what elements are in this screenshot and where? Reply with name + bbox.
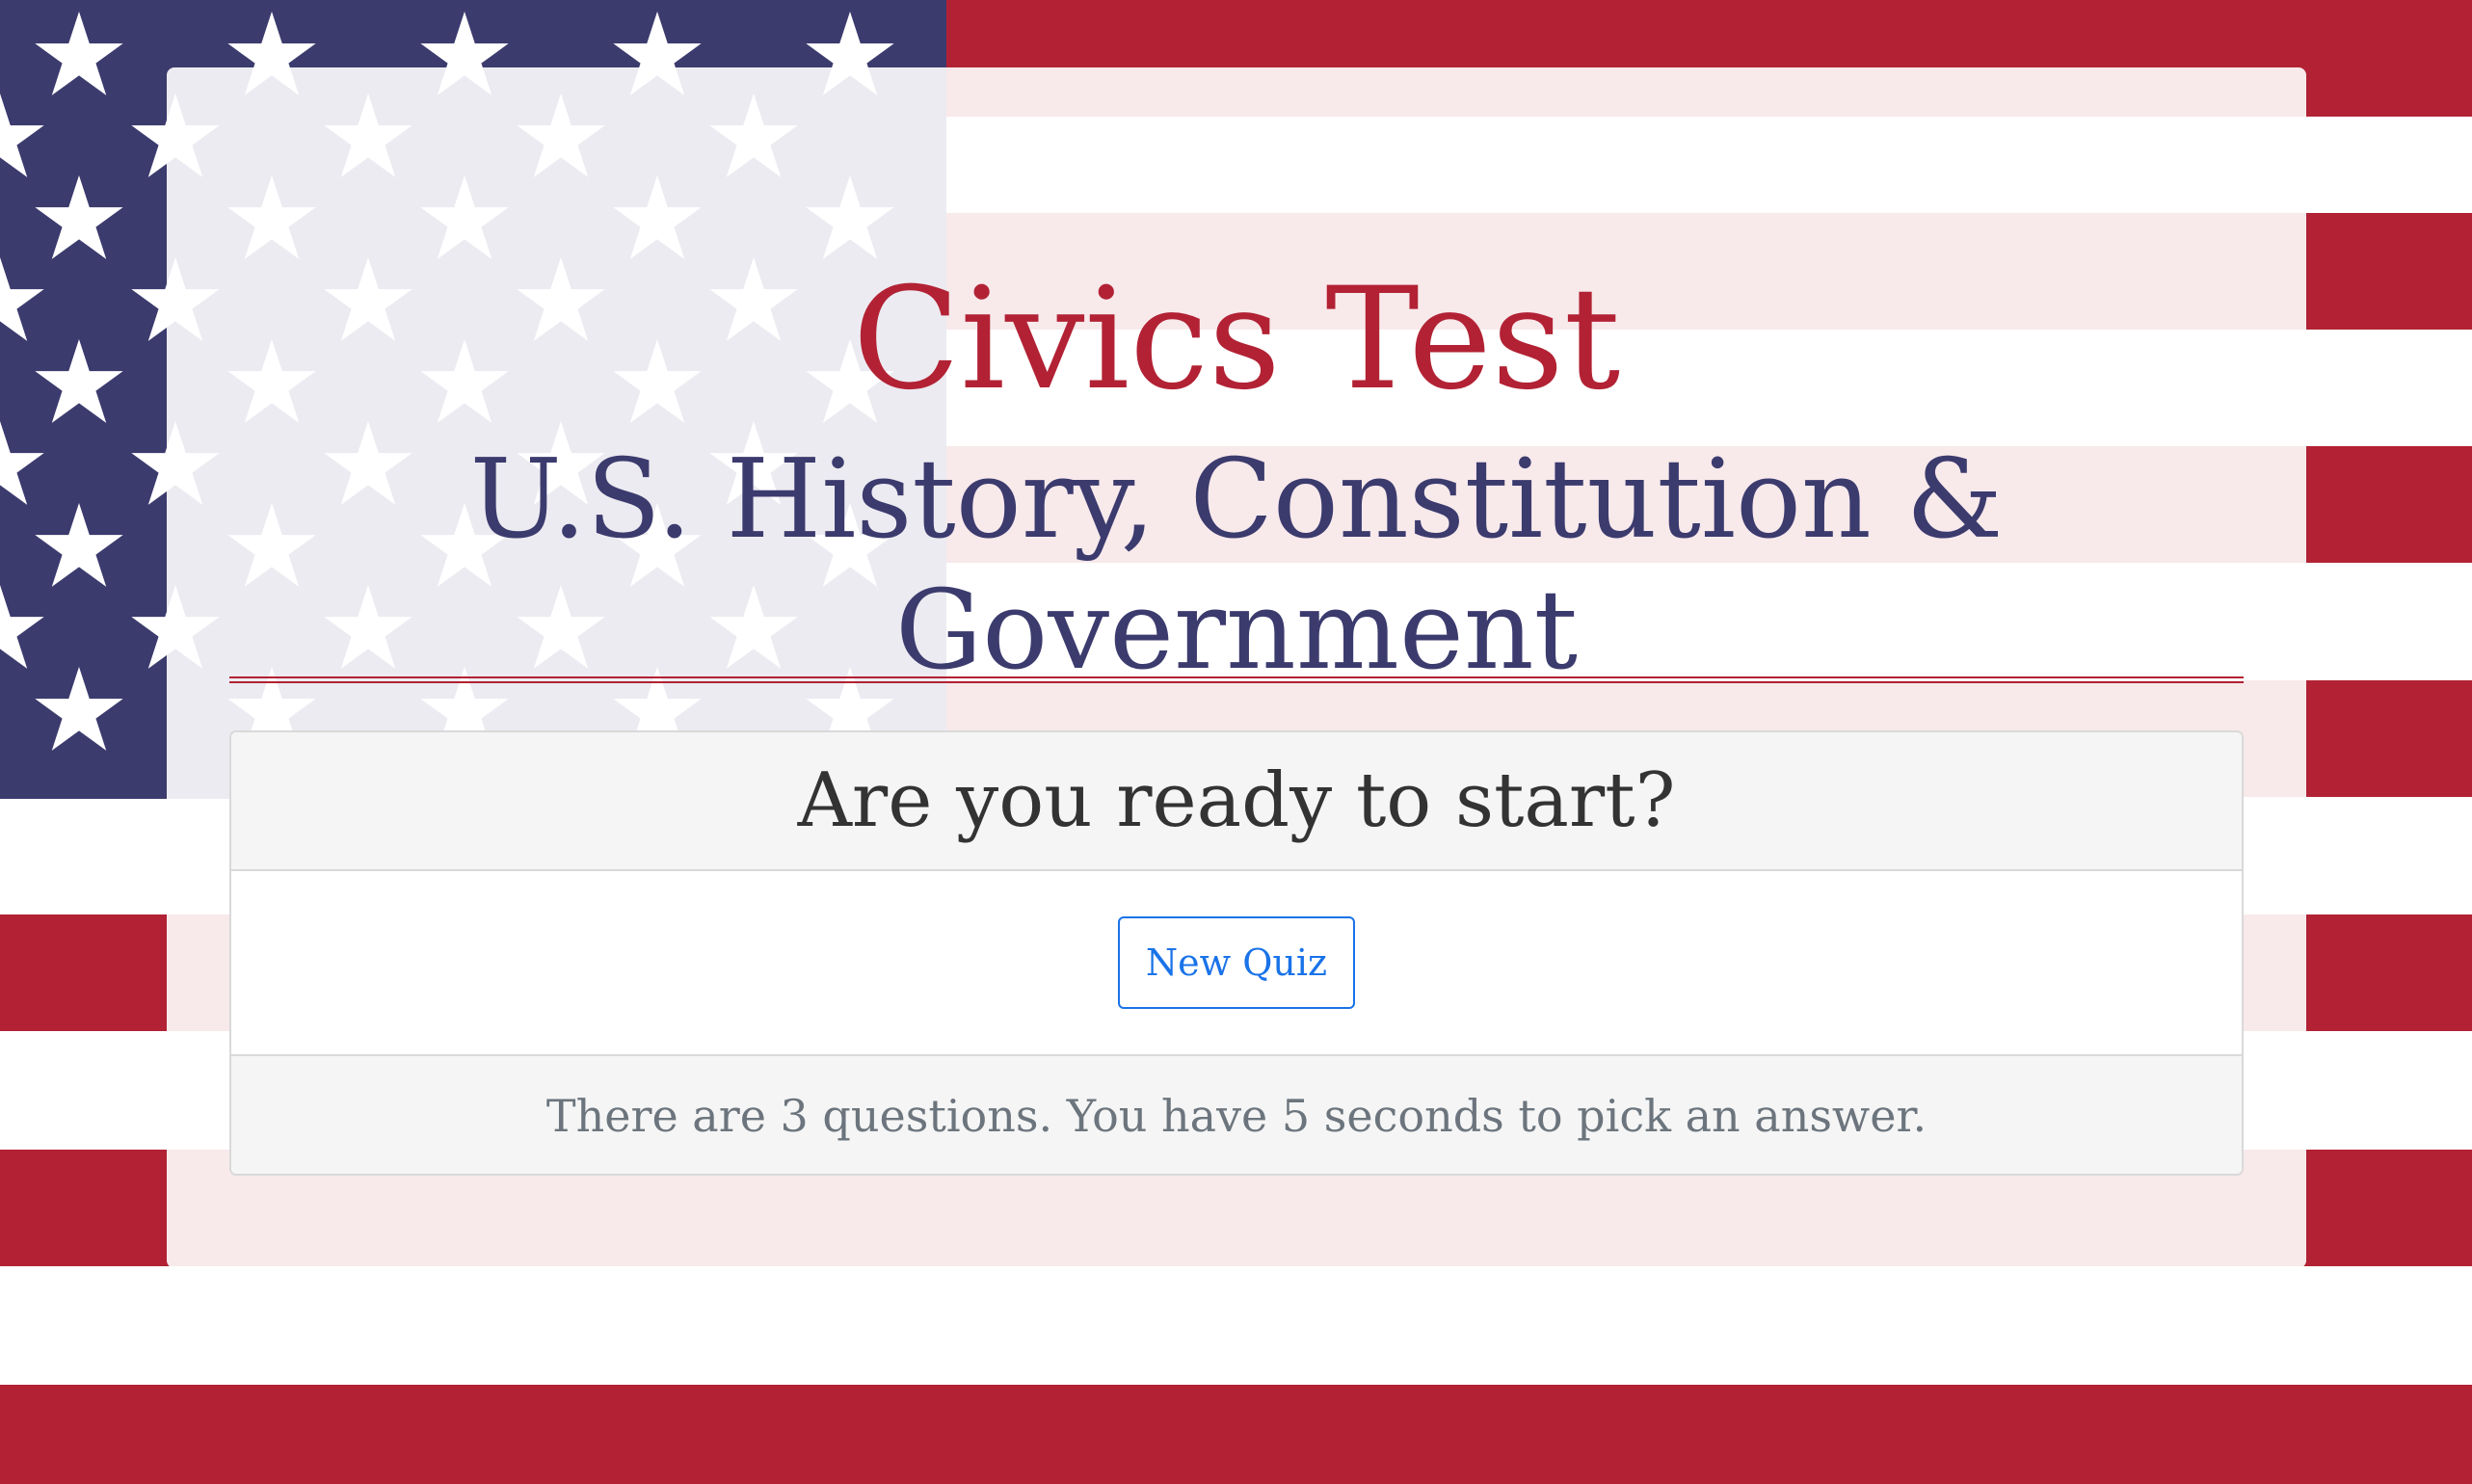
title-divider bbox=[229, 676, 2244, 683]
card-body: New Quiz bbox=[231, 871, 2242, 1054]
page-title: Civics Test bbox=[852, 257, 1621, 421]
content-panel: Civics Test U.S. History, Constitution &… bbox=[167, 67, 2306, 1268]
quiz-info-text: There are 3 questions. You have 5 second… bbox=[545, 1090, 1927, 1142]
page-subtitle: U.S. History, Constitution & Government bbox=[469, 436, 2004, 694]
new-quiz-button[interactable]: New Quiz bbox=[1118, 916, 1355, 1009]
card-heading: Are you ready to start? bbox=[797, 757, 1676, 844]
quiz-start-card: Are you ready to start? New Quiz There a… bbox=[229, 730, 2244, 1176]
card-header: Are you ready to start? bbox=[231, 732, 2242, 871]
card-footer: There are 3 questions. You have 5 second… bbox=[231, 1054, 2242, 1174]
